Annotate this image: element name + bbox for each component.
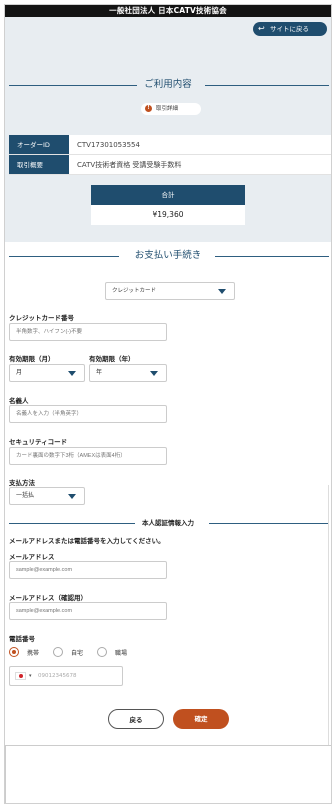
phone-type-home-label: 自宅 xyxy=(71,649,84,657)
japan-flag-icon[interactable] xyxy=(15,672,26,680)
phone-type-work[interactable]: 職場 xyxy=(97,647,127,657)
usage-section: ↩ サイトに戻る ご利用内容 ! 取引詳細 オーダーID CTV1730105355… xyxy=(5,17,331,242)
phone-type-group: 携帯 自宅 職場 xyxy=(9,645,141,659)
confirm-button[interactable]: 確定 xyxy=(173,709,229,729)
expiry-year-select[interactable]: 年 xyxy=(89,364,167,382)
heading-rule-right xyxy=(215,256,329,257)
summary-label: 取引概要 xyxy=(9,155,69,174)
heading-rule-right xyxy=(205,85,329,86)
phone-type-mobile-label: 携帯 xyxy=(27,649,40,657)
expiry-year-label: 有効期限（年） xyxy=(89,355,135,363)
payment-heading: お支払い手続き xyxy=(5,248,331,264)
org-header: 一般社団法人 日本CATV技術協会 xyxy=(5,5,331,17)
radio-icon xyxy=(53,647,64,657)
chevron-down-icon xyxy=(68,371,76,376)
order-id-label: オーダーID xyxy=(9,135,69,154)
card-number-label: クレジットカード番号 xyxy=(9,314,74,322)
transaction-detail-label: 取引詳細 xyxy=(156,106,179,112)
payment-method-select[interactable]: クレジットカード xyxy=(105,282,235,300)
back-button[interactable]: 戻る xyxy=(108,709,164,729)
back-to-site-label: サイトに戻る xyxy=(270,25,309,33)
divider xyxy=(5,745,6,803)
auth-note: メールアドレスまたは電話番号を入力してください。 xyxy=(9,537,165,545)
payment-type-value: 一括払 xyxy=(16,492,35,499)
transaction-detail-button[interactable]: ! 取引詳細 xyxy=(141,103,201,115)
card-number-input[interactable] xyxy=(9,323,167,341)
summary-row: 取引概要 CATV技術者資格 受講受験手数料 xyxy=(9,155,331,175)
total-box: 合計 ¥19,360 xyxy=(91,185,245,225)
radio-icon xyxy=(97,647,108,657)
payment-type-label: 支払方法 xyxy=(9,479,35,487)
phone-input[interactable]: 09012345678 xyxy=(38,667,77,685)
back-to-site-button[interactable]: ↩ サイトに戻る xyxy=(253,22,327,36)
email-label: メールアドレス xyxy=(9,553,55,561)
expiry-year-value: 年 xyxy=(96,369,103,376)
order-info-table: オーダーID CTV17301053554 取引概要 CATV技術者資格 受講受… xyxy=(9,135,331,175)
total-amount: ¥19,360 xyxy=(91,205,245,225)
chevron-down-icon xyxy=(150,371,158,376)
phone-type-home[interactable]: 自宅 xyxy=(53,647,83,657)
summary-value: CATV技術者資格 受講受験手数料 xyxy=(69,155,331,174)
info-icon: ! xyxy=(145,105,152,112)
chevron-down-icon xyxy=(218,289,226,294)
auth-heading: 本人認証情報入力 xyxy=(9,517,329,529)
heading-rule-right xyxy=(209,523,329,524)
phone-label: 電話番号 xyxy=(9,635,35,643)
email-input[interactable] xyxy=(9,561,167,579)
email-confirm-label: メールアドレス（確認用） xyxy=(9,594,87,602)
divider xyxy=(5,745,331,746)
security-code-label: セキュリティコード xyxy=(9,438,68,446)
security-code-input[interactable] xyxy=(9,447,167,465)
order-id-row: オーダーID CTV17301053554 xyxy=(9,135,331,155)
radio-selected-icon xyxy=(9,647,19,657)
phone-type-work-label: 職場 xyxy=(115,649,128,657)
phone-field[interactable]: ▾ 09012345678 xyxy=(9,666,123,686)
chevron-down-icon: ▾ xyxy=(29,673,32,679)
return-icon: ↩ xyxy=(258,24,265,33)
order-id-value: CTV17301053554 xyxy=(69,135,331,154)
total-label: 合計 xyxy=(91,185,245,205)
expiry-month-select[interactable]: 月 xyxy=(9,364,85,382)
scrollbar-track[interactable] xyxy=(328,485,329,745)
phone-type-mobile[interactable]: 携帯 xyxy=(9,647,39,657)
cardholder-name-label: 名義人 xyxy=(9,397,29,405)
payment-type-select[interactable]: 一括払 xyxy=(9,487,85,505)
cardholder-name-input[interactable] xyxy=(9,405,167,423)
expiry-month-label: 有効期限（月） xyxy=(9,355,55,363)
payment-method-value: クレジットカード xyxy=(112,288,157,294)
chevron-down-icon xyxy=(68,494,76,499)
expiry-month-value: 月 xyxy=(16,369,23,376)
email-confirm-input[interactable] xyxy=(9,602,167,620)
usage-heading: ご利用内容 xyxy=(5,77,331,93)
page-frame: 一般社団法人 日本CATV技術協会 ↩ サイトに戻る ご利用内容 ! 取引詳細 オー… xyxy=(4,4,332,804)
